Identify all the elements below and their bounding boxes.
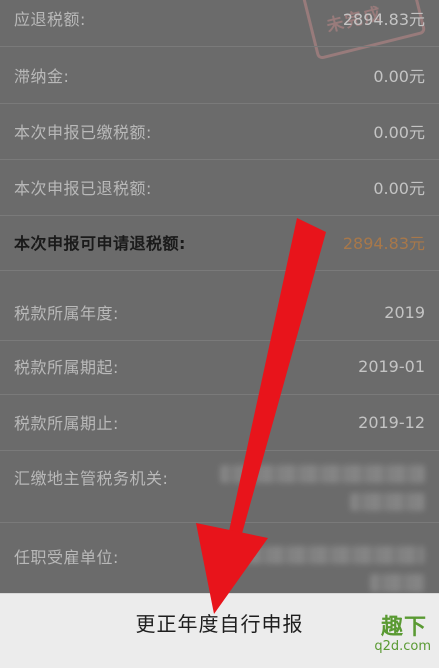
watermark-domain: q2d.com xyxy=(374,639,431,654)
arrow-head xyxy=(196,523,268,614)
arrow-shaft xyxy=(226,218,326,548)
watermark-text: 趣下 xyxy=(380,615,427,640)
site-watermark: 趣下 q2d.com xyxy=(365,599,435,663)
red-arrow-icon xyxy=(196,218,326,614)
